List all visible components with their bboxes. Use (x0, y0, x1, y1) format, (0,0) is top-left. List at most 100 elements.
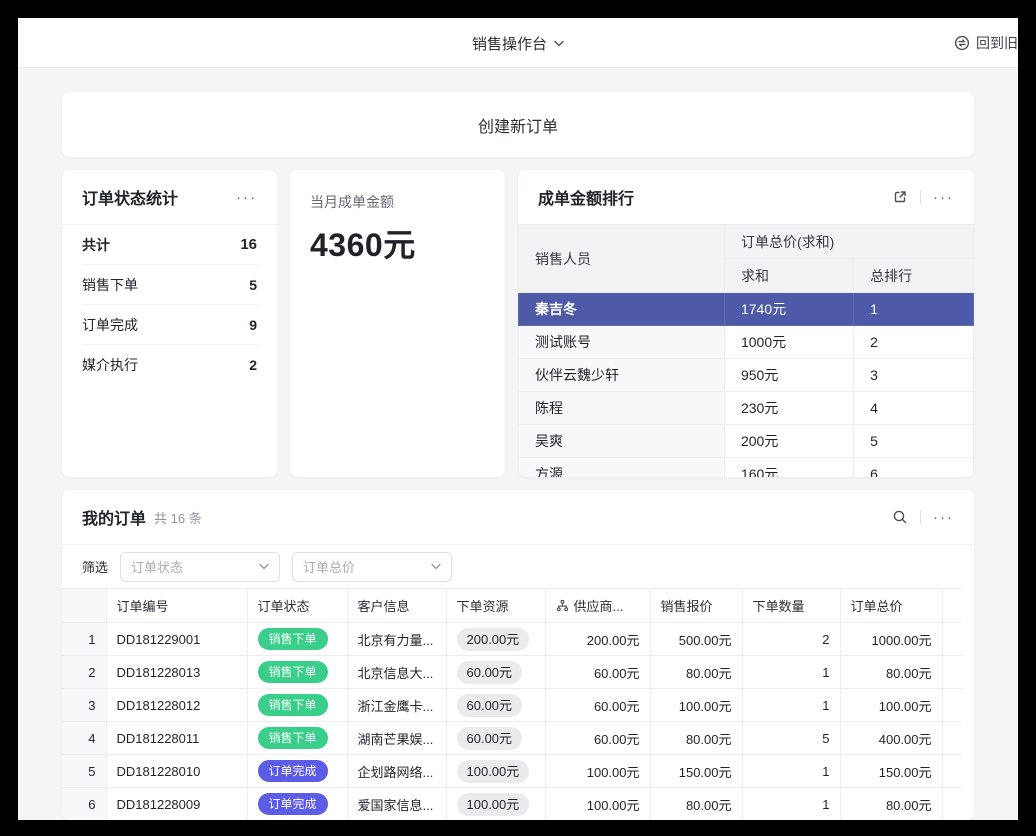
app-title-dropdown[interactable]: 销售操作台 (18, 18, 1018, 68)
ranking-row[interactable]: 方源 160元 6 (519, 458, 974, 478)
order-row[interactable]: 1 DD181229001 销售下单 北京有力量... 200.00元 200.… (62, 623, 962, 656)
more-menu-icon[interactable]: ··· (933, 510, 954, 525)
order-row[interactable]: 5 DD181228010 订单完成 企划路网络... 100.00元 100.… (62, 755, 962, 788)
row-number: 5 (62, 755, 106, 788)
status-pill: 销售下单 (258, 628, 328, 650)
status-pill: 订单完成 (258, 760, 328, 782)
status-pill: 订单完成 (258, 793, 328, 815)
order-status-cell: 销售下单 (247, 623, 347, 656)
status-label: 共计 (82, 235, 110, 255)
filter-placeholder: 订单状态 (131, 557, 259, 576)
col-customer[interactable]: 客户信息 (347, 589, 446, 623)
quote-cell: 80.00元 (650, 788, 742, 821)
supplier-cell: 60.00元 (545, 722, 650, 755)
screen-frame: 销售操作台 回到旧版 创建新订单 订单状态统计 (0, 0, 1036, 836)
app-window: 销售操作台 回到旧版 创建新订单 订单状态统计 (18, 18, 1018, 820)
back-to-old-label: 回到旧版 (976, 33, 1018, 53)
ranking-sum-value: 200元 (724, 425, 853, 458)
extra-cell (942, 623, 962, 656)
search-icon[interactable] (892, 509, 908, 525)
filter-bar: 筛选 订单状态 订单总价 (62, 544, 974, 588)
order-row[interactable]: 2 DD181228013 销售下单 北京信息大... 60.00元 60.00… (62, 656, 962, 689)
resource-pill: 100.00元 (457, 760, 530, 783)
col-quote[interactable]: 销售报价 (650, 589, 742, 623)
ranking-row[interactable]: 吴爽 200元 5 (519, 425, 974, 458)
order-row[interactable]: 6 DD181228009 订单完成 爱国家信息... 100.00元 100.… (62, 788, 962, 821)
status-pill: 销售下单 (258, 727, 328, 749)
divider (920, 510, 921, 524)
ranking-sum-value: 160元 (724, 458, 853, 478)
ranking-person-name: 方源 (519, 458, 725, 478)
order-status-cell: 销售下单 (247, 689, 347, 722)
ranking-row[interactable]: 伙伴云魏少轩 950元 3 (519, 359, 974, 392)
ranking-rank-value: 3 (854, 359, 974, 392)
ranking-header: 成单金额排行 ··· (518, 170, 974, 224)
col-quantity[interactable]: 下单数量 (742, 589, 840, 623)
more-menu-icon[interactable]: ··· (933, 190, 954, 205)
extra-cell (942, 656, 962, 689)
resource-pill: 100.00元 (457, 793, 530, 816)
row-number: 2 (62, 656, 106, 689)
ranking-rank-value: 2 (854, 326, 974, 359)
order-status-stats-header: 订单状态统计 ··· (62, 170, 277, 224)
status-value: 9 (249, 317, 257, 333)
resource-cell: 100.00元 (446, 755, 545, 788)
total-cell: 400.00元 (840, 722, 942, 755)
status-rows-list: 共计 16 销售下单 5 订单完成 9 (62, 225, 277, 385)
back-to-old-version-button[interactable]: 回到旧版 (954, 18, 1018, 68)
order-row[interactable]: 4 DD181228011 销售下单 湖南芒果娱... 60.00元 60.00… (62, 722, 962, 755)
orders-count-badge: 共 16 条 (154, 508, 202, 527)
filter-select[interactable]: 订单总价 (292, 552, 452, 582)
filter-select[interactable]: 订单状态 (120, 552, 280, 582)
ranking-table: 销售人员 订单总价(求和) 求和 总排行 (518, 224, 974, 477)
top-bar: 销售操作台 回到旧版 (18, 18, 1018, 68)
open-in-new-icon[interactable] (892, 189, 908, 205)
quote-cell: 80.00元 (650, 722, 742, 755)
col-extra (942, 589, 962, 623)
order-status-cell: 订单完成 (247, 755, 347, 788)
status-row[interactable]: 媒介执行 2 (82, 345, 257, 385)
col-resource[interactable]: 下单资源 (446, 589, 545, 623)
customer-cell: 湖南芒果娱... (347, 722, 446, 755)
chevron-down-icon (431, 563, 441, 570)
order-id-cell: DD181228010 (106, 755, 247, 788)
order-id-cell: DD181229001 (106, 623, 247, 656)
quantity-cell: 5 (742, 722, 840, 755)
status-row[interactable]: 销售下单 5 (82, 265, 257, 305)
filter-label: 筛选 (82, 557, 108, 576)
status-value: 5 (249, 277, 257, 293)
extra-cell (942, 788, 962, 821)
resource-cell: 200.00元 (446, 623, 545, 656)
create-new-order-button[interactable]: 创建新订单 (62, 92, 974, 157)
order-status-stats-card: 订单状态统计 ··· 共计 16 (62, 170, 277, 477)
total-cell: 80.00元 (840, 656, 942, 689)
amount-ranking-card: 成单金额排行 ··· (518, 170, 974, 477)
order-row[interactable]: 3 DD181228012 销售下单 浙江金鹰卡... 60.00元 60.00… (62, 689, 962, 722)
total-cell: 100.00元 (840, 689, 942, 722)
col-order-status[interactable]: 订单状态 (247, 589, 347, 623)
status-pill: 销售下单 (258, 694, 328, 716)
more-menu-icon[interactable]: ··· (236, 190, 257, 205)
relation-icon (556, 599, 569, 612)
page-body: 创建新订单 订单状态统计 ··· 共计 1 (18, 68, 1018, 820)
customer-cell: 北京有力量... (347, 623, 446, 656)
quote-cell: 500.00元 (650, 623, 742, 656)
supplier-cell: 60.00元 (545, 689, 650, 722)
order-id-cell: DD181228009 (106, 788, 247, 821)
ranking-row[interactable]: 测试账号 1000元 2 (519, 326, 974, 359)
resource-cell: 60.00元 (446, 656, 545, 689)
col-supplier[interactable]: 供应商... (545, 589, 650, 623)
ranking-row[interactable]: 秦吉冬 1740元 1 (519, 293, 974, 326)
status-row[interactable]: 共计 16 (82, 225, 257, 265)
resource-pill: 60.00元 (457, 694, 523, 717)
ranking-col-group: 订单总价(求和) (724, 225, 973, 259)
col-order-id[interactable]: 订单编号 (106, 589, 247, 623)
chevron-down-icon (259, 563, 269, 570)
status-label: 媒介执行 (82, 355, 138, 375)
col-total[interactable]: 订单总价 (840, 589, 942, 623)
order-status-cell: 销售下单 (247, 722, 347, 755)
quantity-cell: 1 (742, 755, 840, 788)
status-label: 销售下单 (82, 275, 138, 295)
status-row[interactable]: 订单完成 9 (82, 305, 257, 345)
ranking-row[interactable]: 陈程 230元 4 (519, 392, 974, 425)
